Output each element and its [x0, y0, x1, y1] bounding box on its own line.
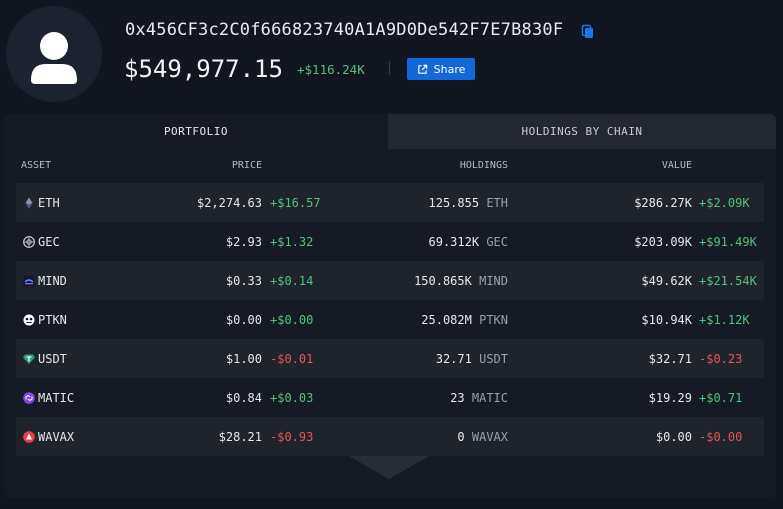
asset-value: $286.27K	[634, 196, 692, 210]
holdings-amount: 125.855 ETH	[428, 196, 509, 210]
wavax-icon	[23, 431, 35, 443]
asset-value: $19.29	[648, 391, 692, 405]
price-change: +$0.00	[270, 313, 314, 327]
tab-holdings-by-chain[interactable]: HOLDINGS BY CHAIN	[388, 114, 776, 149]
balance-change: +$116.24K	[297, 62, 365, 77]
price-change: -$0.01	[270, 352, 314, 366]
price-change: +$16.57	[270, 196, 321, 210]
holdings-amount: 25.082M PTKN	[421, 313, 508, 327]
column-value: VALUE	[661, 160, 692, 171]
wallet-address: 0x456CF3c2C0f666823740A1A9D0De542F7E7B83…	[125, 20, 564, 40]
avatar	[6, 6, 102, 102]
asset-price: $0.84	[225, 391, 262, 405]
usdt-icon	[23, 354, 35, 364]
tab-bar: PORTFOLIO HOLDINGS BY CHAIN	[4, 114, 776, 149]
mind-icon	[23, 275, 35, 287]
table-header: ASSET PRICE HOLDINGS VALUE	[16, 149, 764, 183]
user-icon	[31, 32, 77, 84]
value-change: -$0.00	[699, 430, 743, 444]
table-row[interactable]: USDT $1.00 -$0.01 32.71 USDT $32.71 -$0.…	[16, 339, 764, 378]
eth-icon	[25, 197, 33, 209]
asset-price: $0.33	[225, 274, 262, 288]
price-change: -$0.93	[270, 430, 314, 444]
asset-value: $32.71	[648, 352, 692, 366]
holdings-amount: 150.865K MIND	[414, 274, 508, 288]
table-row[interactable]: MATIC $0.84 +$0.03 23 MATIC $19.29 +$0.7…	[16, 378, 764, 417]
external-link-icon	[417, 64, 427, 74]
asset-value: $10.94K	[641, 313, 692, 327]
value-change: +$91.49K	[699, 235, 757, 249]
share-label: Share	[433, 62, 466, 76]
asset-symbol: USDT	[38, 352, 67, 366]
asset-price: $0.00	[225, 313, 262, 327]
asset-symbol: MATIC	[38, 391, 75, 405]
table-row[interactable]: WAVAX $28.21 -$0.93 0 WAVAX $0.00 -$0.00	[16, 417, 764, 456]
value-change: +$1.12K	[699, 313, 750, 327]
asset-value: $0.00	[655, 430, 692, 444]
asset-symbol: WAVAX	[38, 430, 75, 444]
value-change: -$0.23	[699, 352, 743, 366]
asset-symbol: PTKN	[38, 313, 67, 327]
table-row[interactable]: ETH $2,274.63 +$16.57 125.855 ETH $286.2…	[16, 183, 764, 222]
asset-price: $28.21	[218, 430, 262, 444]
table-row[interactable]: MIND $0.33 +$0.14 150.865K MIND $49.62K …	[16, 261, 764, 300]
column-asset: ASSET	[21, 160, 52, 171]
table-row[interactable]: GEC $2.93 +$1.32 69.312K GEC $203.09K +$…	[16, 222, 764, 261]
asset-value: $203.09K	[634, 235, 692, 249]
portfolio-balance: $549,977.15	[124, 55, 283, 83]
value-change: +$21.54K	[699, 274, 757, 288]
holdings-amount: 23 MATIC	[450, 391, 508, 405]
matic-icon	[23, 392, 35, 404]
holdings-amount: 0 WAVAX	[457, 430, 508, 444]
price-change: +$0.03	[270, 391, 314, 405]
asset-price: $2,274.63	[196, 196, 262, 210]
value-change: +$2.09K	[699, 196, 750, 210]
price-change: +$1.32	[270, 235, 314, 249]
asset-price: $2.93	[225, 235, 262, 249]
tab-portfolio[interactable]: PORTFOLIO	[4, 114, 388, 149]
copy-icon[interactable]	[580, 24, 596, 40]
ptkn-icon	[23, 314, 35, 326]
asset-price: $1.00	[225, 352, 262, 366]
profile-header: 0x456CF3c2C0f666823740A1A9D0De542F7E7B83…	[0, 0, 783, 110]
value-change: +$0.71	[699, 391, 743, 405]
holdings-amount: 32.71 USDT	[435, 352, 508, 366]
asset-value: $49.62K	[641, 274, 692, 288]
column-price: PRICE	[231, 160, 262, 171]
asset-symbol: MIND	[38, 274, 67, 288]
share-button[interactable]: Share	[407, 58, 475, 80]
asset-symbol: GEC	[38, 235, 60, 249]
portfolio-panel: PORTFOLIO HOLDINGS BY CHAIN ASSET PRICE …	[4, 114, 776, 498]
table-row[interactable]: PTKN $0.00 +$0.00 25.082M PTKN $10.94K +…	[16, 300, 764, 339]
asset-symbol: ETH	[38, 196, 60, 210]
divider	[389, 61, 390, 75]
column-holdings: HOLDINGS	[459, 160, 508, 171]
gec-icon	[23, 236, 35, 248]
holdings-amount: 69.312K GEC	[428, 235, 509, 249]
price-change: +$0.14	[270, 274, 314, 288]
